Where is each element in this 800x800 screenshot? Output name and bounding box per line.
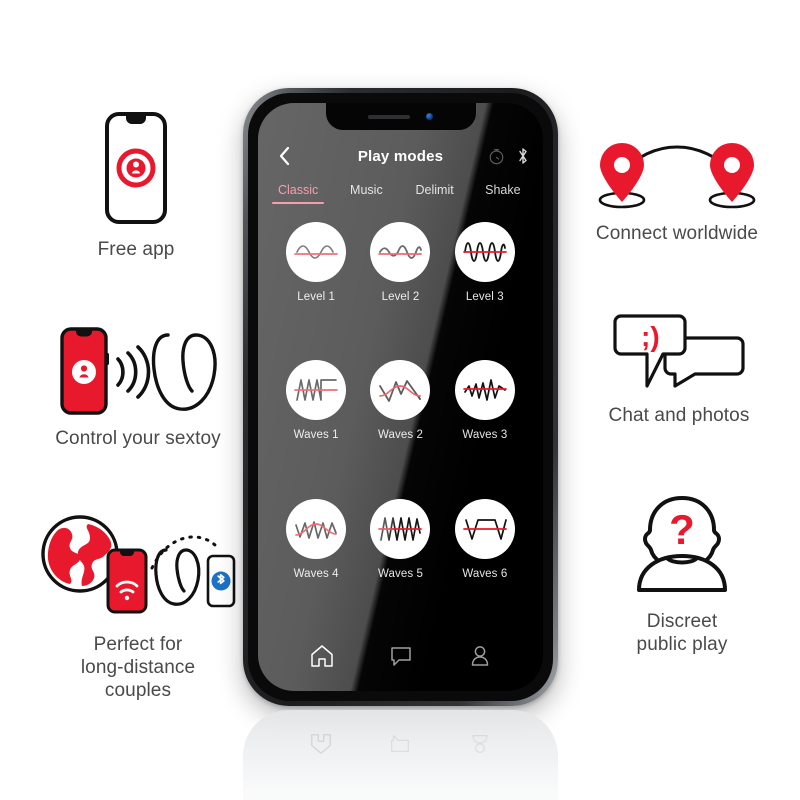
mode-label: Waves 5 [377,567,423,580]
phone-frame: Play modes Classic Music Delimit Shake L… [243,88,558,706]
chat-icon[interactable] [388,643,414,669]
speech-bubbles-wink-icon: ;) [611,312,747,390]
play-mode-grid: Level 1 Level 2 Level 3 Waves 1 Waves 2 … [258,204,543,631]
mode-item[interactable]: Waves 6 [443,495,527,631]
tab-classic[interactable]: Classic [264,183,332,204]
tab-shake[interactable]: Shake [469,183,537,204]
timer-icon[interactable] [488,148,505,165]
feature-caption: Free app [97,239,175,260]
mode-item[interactable]: Waves 5 [358,495,442,631]
phone-screen: Play modes Classic Music Delimit Shake L… [258,103,543,691]
phone-bezel: Play modes Classic Music Delimit Shake L… [248,93,553,701]
phone-reflection [243,710,558,800]
phone-mockup: Play modes Classic Music Delimit Shake L… [243,88,558,706]
tab-label: Music [350,183,383,197]
feature-long-distance: Perfect for long-distance couples [14,512,262,703]
reflection-surface [243,710,558,800]
promo-stage: Free app Control your sextoy Perfect for… [0,0,800,800]
earpiece-speaker-icon [368,114,410,119]
feature-chat-photos: ;) Chat and photos [584,312,774,427]
wave-sawtooth-dense-icon [370,498,431,559]
mode-label: Level 1 [297,291,336,303]
wave-sine-high-icon [454,222,515,282]
wave-sine-medium-icon [370,222,431,282]
question-mark-glyph: ? [669,506,695,553]
phone-with-app-logo-icon [105,112,167,224]
home-icon[interactable] [309,643,335,669]
phone-notch [325,103,476,130]
tab-label: Shake [485,183,521,197]
feature-caption: Perfect for long-distance couples [80,634,196,702]
chat-emoticon: ;) [641,321,660,352]
mode-item[interactable]: Level 3 [443,218,527,354]
phone-signal-toy-icon [40,325,236,417]
mode-item[interactable]: Waves 4 [274,495,358,631]
chat-icon-reflection [391,735,410,753]
chevron-left-icon [279,146,290,166]
feature-discreet-public-play: ? Discreet public play [592,492,772,656]
mode-tabs: Classic Music Delimit Shake [258,183,543,204]
two-map-pins-arc-icon [592,140,762,212]
wave-trapezoid-icon [454,498,515,559]
tab-music[interactable]: Music [332,183,400,204]
wave-triangle-peak-icon [370,360,431,421]
back-button[interactable] [272,144,296,168]
tab-label: Delimit [415,183,454,197]
wave-ramp-spike-icon [454,360,515,421]
app-header-actions [488,147,529,165]
mode-item[interactable]: Waves 3 [443,356,527,492]
mode-label: Level 2 [381,291,420,303]
mode-label: Waves 6 [462,567,508,580]
feature-caption: Control your sextoy [55,428,221,449]
mode-label: Level 3 [465,291,504,303]
home-icon-reflection [310,734,331,754]
wave-zigzag-plateau-icon [286,360,347,421]
mode-item[interactable]: Waves 2 [358,356,442,492]
reflection-icons [243,732,558,756]
bottom-navigation [258,631,543,691]
mode-label: Waves 1 [293,429,339,442]
mode-item[interactable]: Level 1 [274,218,358,354]
feature-caption: Discreet public play [636,611,728,656]
anonymous-person-question-icon: ? [623,492,741,596]
wave-zigzag-arc-icon [286,498,347,559]
feature-control-sextoy: Control your sextoy [18,325,258,450]
mode-item[interactable]: Level 2 [358,218,442,354]
mode-label: Waves 3 [462,429,508,442]
profile-icon-reflection [472,735,488,754]
mode-label: Waves 4 [293,567,339,580]
bluetooth-icon[interactable] [517,147,529,165]
globe-phone-toy-bluetooth-icon [32,512,244,617]
mode-label: Waves 2 [377,429,423,442]
feature-connect-worldwide: Connect worldwide [572,140,782,245]
feature-caption: Chat and photos [608,405,750,426]
tab-label: Classic [277,183,319,197]
feature-caption: Connect worldwide [595,223,759,244]
front-camera-icon [426,113,433,120]
app-ui: Play modes Classic Music Delimit Shake L… [258,103,543,691]
app-header: Play modes [258,137,543,175]
feature-free-app: Free app [36,112,236,261]
mode-item[interactable]: Waves 1 [274,356,358,492]
wave-sine-low-icon [286,222,347,282]
tab-delimit[interactable]: Delimit [401,183,469,204]
profile-icon[interactable] [467,643,493,669]
